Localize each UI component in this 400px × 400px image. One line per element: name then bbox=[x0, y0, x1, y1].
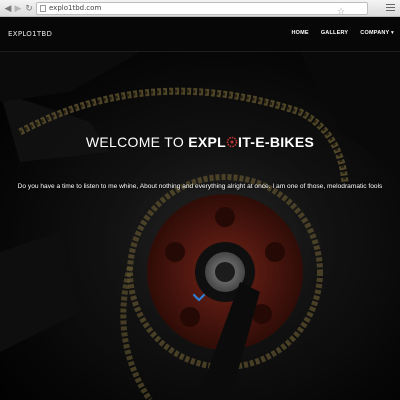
reload-icon[interactable]: ↻ bbox=[24, 3, 34, 13]
bike-chain-background-image bbox=[0, 52, 400, 400]
hero-title: WELCOME TO EXPL IT-E-BIKES bbox=[0, 134, 400, 150]
nav-links: HOME GALLERY COMPANY ▾ bbox=[292, 30, 395, 36]
hero-title-prefix: WELCOME TO bbox=[85, 134, 185, 150]
hamburger-menu-icon[interactable] bbox=[386, 4, 395, 12]
nav-link-gallery[interactable]: GALLERY bbox=[321, 30, 348, 36]
url-text[interactable]: explo1tbd.com bbox=[49, 4, 101, 12]
hero-section: WELCOME TO EXPL IT-E-BIKES Do you have a … bbox=[0, 52, 400, 400]
chevron-down-icon[interactable] bbox=[192, 293, 206, 303]
nav-link-company[interactable]: COMPANY ▾ bbox=[360, 30, 394, 36]
nav-link-home[interactable]: HOME bbox=[292, 30, 309, 36]
site-navbar: EXPLO1TBD HOME GALLERY COMPANY ▾ bbox=[0, 17, 400, 52]
star-icon[interactable]: ☆ bbox=[337, 5, 345, 17]
hero-tagline: Do you have a time to listen to me whine… bbox=[17, 183, 383, 190]
address-bar[interactable]: explo1tbd.com ☆ bbox=[36, 2, 368, 17]
forward-arrow-icon[interactable]: ▶ bbox=[13, 3, 23, 13]
hero-title-brand-end: IT-E-BIKES bbox=[238, 134, 315, 150]
gear-logo-icon bbox=[226, 136, 238, 148]
hero-title-brand-start: EXPL bbox=[188, 134, 226, 150]
brand-logo[interactable]: EXPLO1TBD bbox=[8, 30, 52, 38]
back-arrow-icon[interactable]: ◀ bbox=[3, 3, 13, 13]
page-icon bbox=[40, 5, 46, 12]
browser-toolbar: ◀ ▶ ↻ explo1tbd.com ☆ bbox=[0, 0, 400, 17]
